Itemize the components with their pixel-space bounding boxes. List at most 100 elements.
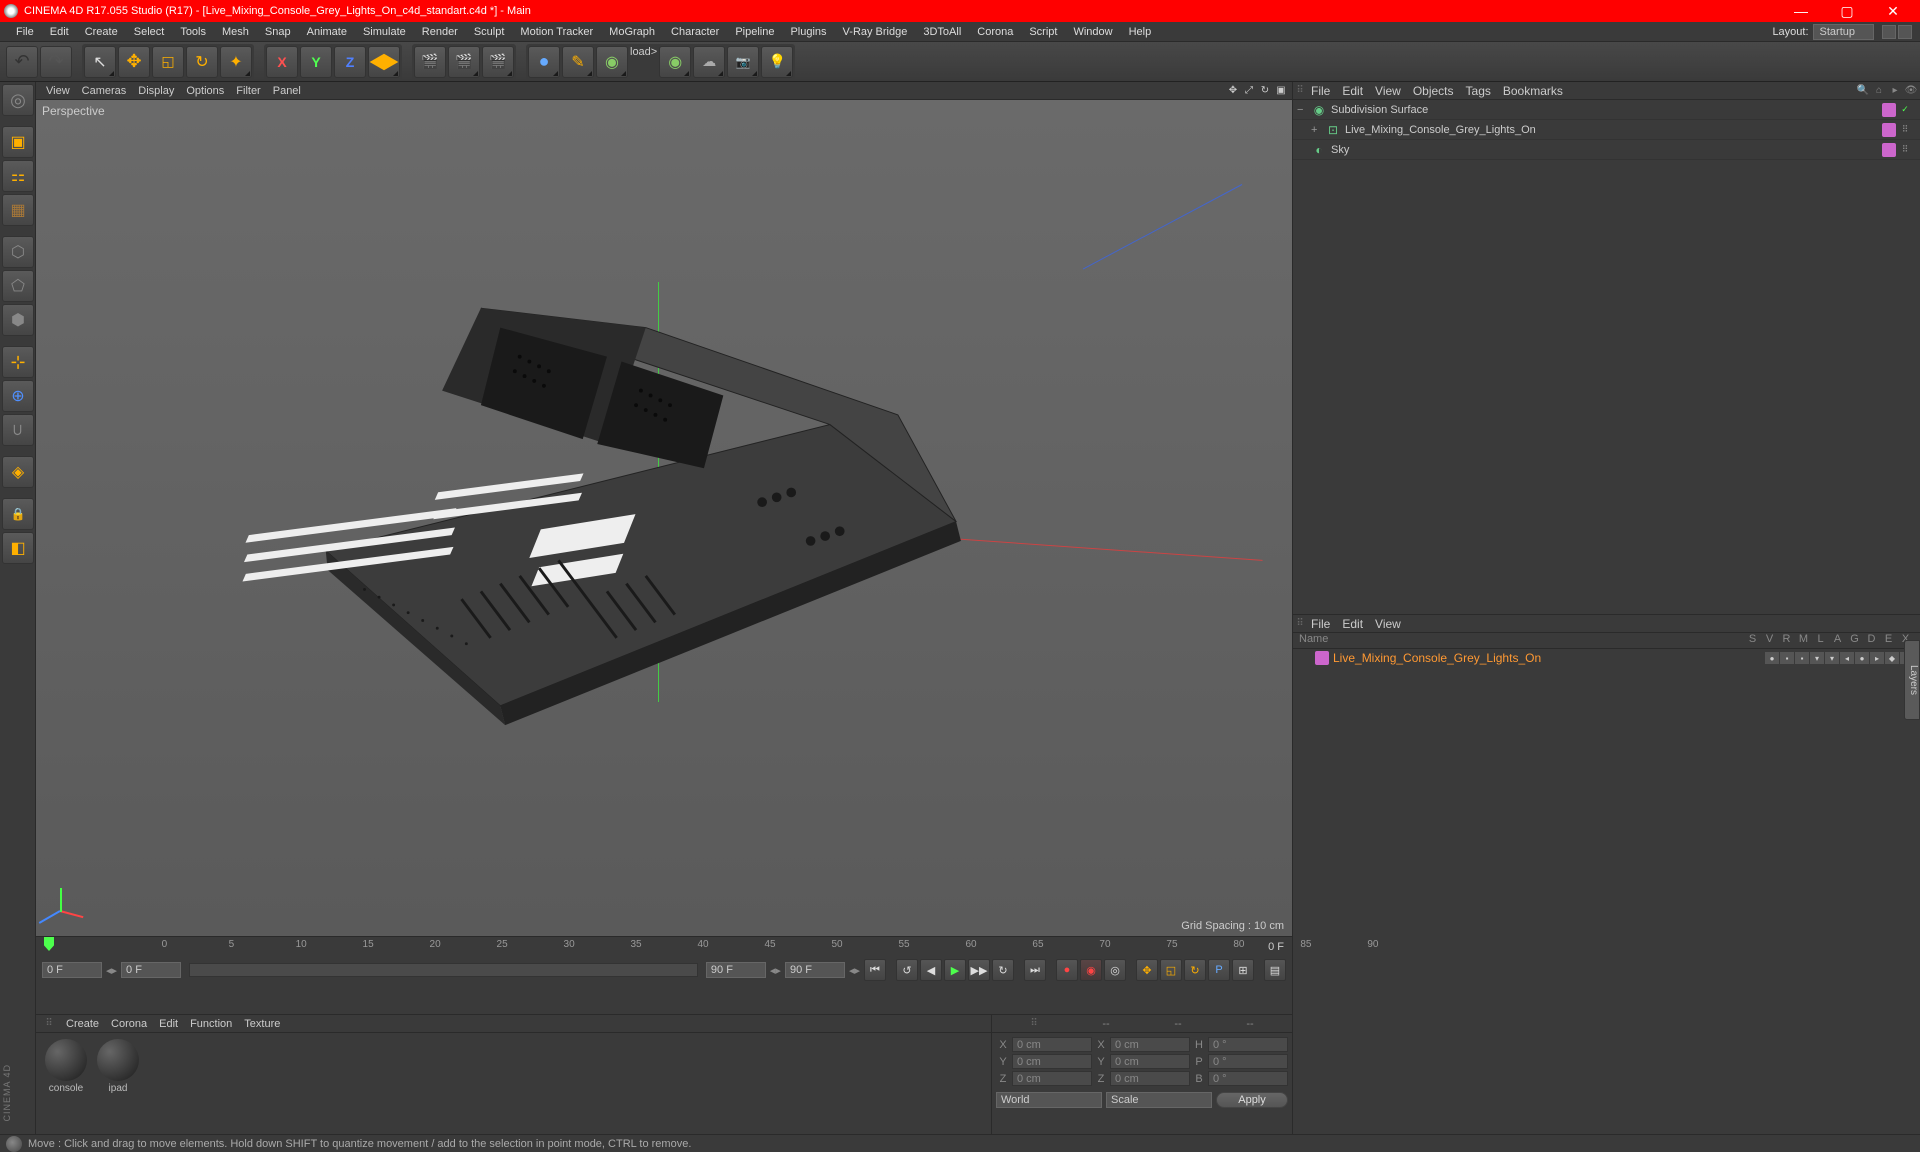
menu-character[interactable]: Character [663,26,727,38]
rotate-tool[interactable] [186,46,218,78]
close-button[interactable]: ✕ [1870,0,1916,22]
obj-label[interactable]: Sky [1329,144,1882,156]
vp-menu-display[interactable]: Display [132,85,180,97]
coord-Y-v1[interactable]: 0 cm [1012,1054,1092,1069]
take-col-l[interactable]: L [1812,633,1829,648]
take-col-m[interactable]: M [1795,633,1812,648]
lock-button[interactable] [2,498,34,530]
material-tag-icon[interactable] [1882,103,1896,117]
menu-file[interactable]: File [8,26,42,38]
obj-subdivision surface[interactable]: −◉Subdivision Surface✓ [1293,100,1920,120]
vp-pan-icon[interactable]: ✥ [1226,84,1240,98]
objmgr-home-icon[interactable]: ⌂ [1872,84,1886,98]
playhead[interactable] [44,937,54,951]
key-pos-button[interactable]: ✥ [1136,959,1158,981]
select-tool[interactable] [84,46,116,78]
vp-toggle-icon[interactable]: ▣ [1274,84,1288,98]
controls-tag-icon[interactable]: ⠿ [1898,143,1912,157]
visibility-tag-icon[interactable]: ✓ [1898,103,1912,117]
objmgr-path-icon[interactable]: ▸ [1888,84,1902,98]
keyframe-sel-button[interactable]: ◎ [1104,959,1126,981]
recent-tool[interactable] [220,46,252,78]
take-col-s[interactable]: S [1744,633,1761,648]
axis-y-toggle[interactable] [300,46,332,78]
take-col-r[interactable]: R [1778,633,1795,648]
vp-menu-filter[interactable]: Filter [230,85,266,97]
key-scale-button[interactable]: ◱ [1160,959,1182,981]
render-region-button[interactable] [448,46,480,78]
undo-button[interactable] [6,46,38,78]
polygon-mode-button[interactable] [2,304,34,336]
mat-menu-edit[interactable]: Edit [159,1018,178,1030]
menu-motion-tracker[interactable]: Motion Tracker [512,26,601,38]
minimize-button[interactable]: — [1778,0,1824,22]
objmgr-eye-icon[interactable]: 👁 [1904,84,1918,98]
menu-select[interactable]: Select [126,26,173,38]
object-tree[interactable]: −◉Subdivision Surface✓+⊡Live_Mixing_Cons… [1293,100,1920,614]
key-rot-button[interactable]: ↻ [1184,959,1206,981]
take-col-v[interactable]: V [1761,633,1778,648]
viewport[interactable]: Perspective [36,100,1292,936]
camera-button[interactable] [727,46,759,78]
menu-edit[interactable]: Edit [42,26,77,38]
prev-frame-button[interactable]: ◀ [920,959,942,981]
material-grid[interactable]: consoleipad [36,1033,991,1134]
key-pla-button[interactable]: ⊞ [1232,959,1254,981]
record-button[interactable]: ● [1056,959,1078,981]
menu-snap[interactable]: Snap [257,26,299,38]
coord-Y-v3[interactable]: 0 ° [1208,1054,1288,1069]
objmgr-menu-tags[interactable]: Tags [1460,84,1497,98]
menu-animate[interactable]: Animate [299,26,355,38]
objmgr-menu-objects[interactable]: Objects [1407,84,1460,98]
snap-button[interactable] [2,414,34,446]
takemgr-menu-edit[interactable]: Edit [1336,617,1369,631]
spline-button[interactable] [562,46,594,78]
deformer-button[interactable] [659,46,691,78]
take-col-d[interactable]: D [1863,633,1880,648]
take-col-name[interactable]: Name [1299,633,1744,648]
take-row[interactable]: Live_Mixing_Console_Grey_Lights_On ●▪▪▾▾… [1293,649,1920,667]
model-mode-button[interactable] [2,126,34,158]
mat-menu-function[interactable]: Function [190,1018,232,1030]
obj-label[interactable]: Subdivision Surface [1329,104,1882,116]
move-tool[interactable] [118,46,150,78]
make-editable-button[interactable] [2,84,34,116]
goto-start-button[interactable]: ⏮ [864,959,886,981]
maximize-button[interactable]: ▢ [1824,0,1870,22]
obj-live-mixing-console-grey-lights-on[interactable]: +⊡Live_Mixing_Console_Grey_Lights_On⠿ [1293,120,1920,140]
menu-sculpt[interactable]: Sculpt [466,26,513,38]
coord-Z-v3[interactable]: 0 ° [1208,1071,1288,1086]
objmgr-menu-bookmarks[interactable]: Bookmarks [1497,84,1569,98]
objmgr-search-icon[interactable]: 🔍 [1856,84,1870,98]
obj-sky[interactable]: ◐Sky⠿ [1293,140,1920,160]
vp-menu-cameras[interactable]: Cameras [76,85,133,97]
tweak-mode-button[interactable] [2,380,34,412]
redo-button[interactable] [40,46,72,78]
menu-script[interactable]: Script [1021,26,1065,38]
objmgr-menu-edit[interactable]: Edit [1336,84,1369,98]
menu-pipeline[interactable]: Pipeline [727,26,782,38]
timeline-scrollbar[interactable] [189,963,698,977]
layout-icon-1[interactable] [1882,25,1896,39]
menu-tools[interactable]: Tools [172,26,214,38]
primitive-button[interactable] [528,46,560,78]
coord-Z-v2[interactable]: 0 cm [1110,1071,1190,1086]
axis-mode-button[interactable] [2,346,34,378]
coord-system-button[interactable] [368,46,400,78]
point-mode-button[interactable] [2,236,34,268]
vp-menu-panel[interactable]: Panel [267,85,307,97]
menu-v-ray-bridge[interactable]: V-Ray Bridge [835,26,916,38]
vp-orbit-icon[interactable]: ↻ [1258,84,1272,98]
coord-Y-v2[interactable]: 0 cm [1110,1054,1190,1069]
axis-z-toggle[interactable] [334,46,366,78]
vp-zoom-icon[interactable]: ⤢ [1242,84,1256,98]
generator-button[interactable] [596,46,628,78]
mat-menu-corona[interactable]: Corona [111,1018,147,1030]
mat-menu-texture[interactable]: Texture [244,1018,280,1030]
objmgr-menu-view[interactable]: View [1369,84,1407,98]
coord-scale-select[interactable]: Scale [1106,1092,1212,1108]
axis-x-toggle[interactable] [266,46,298,78]
environment-button[interactable] [693,46,725,78]
play-button[interactable]: ▶ [944,959,966,981]
render-settings-button[interactable] [482,46,514,78]
